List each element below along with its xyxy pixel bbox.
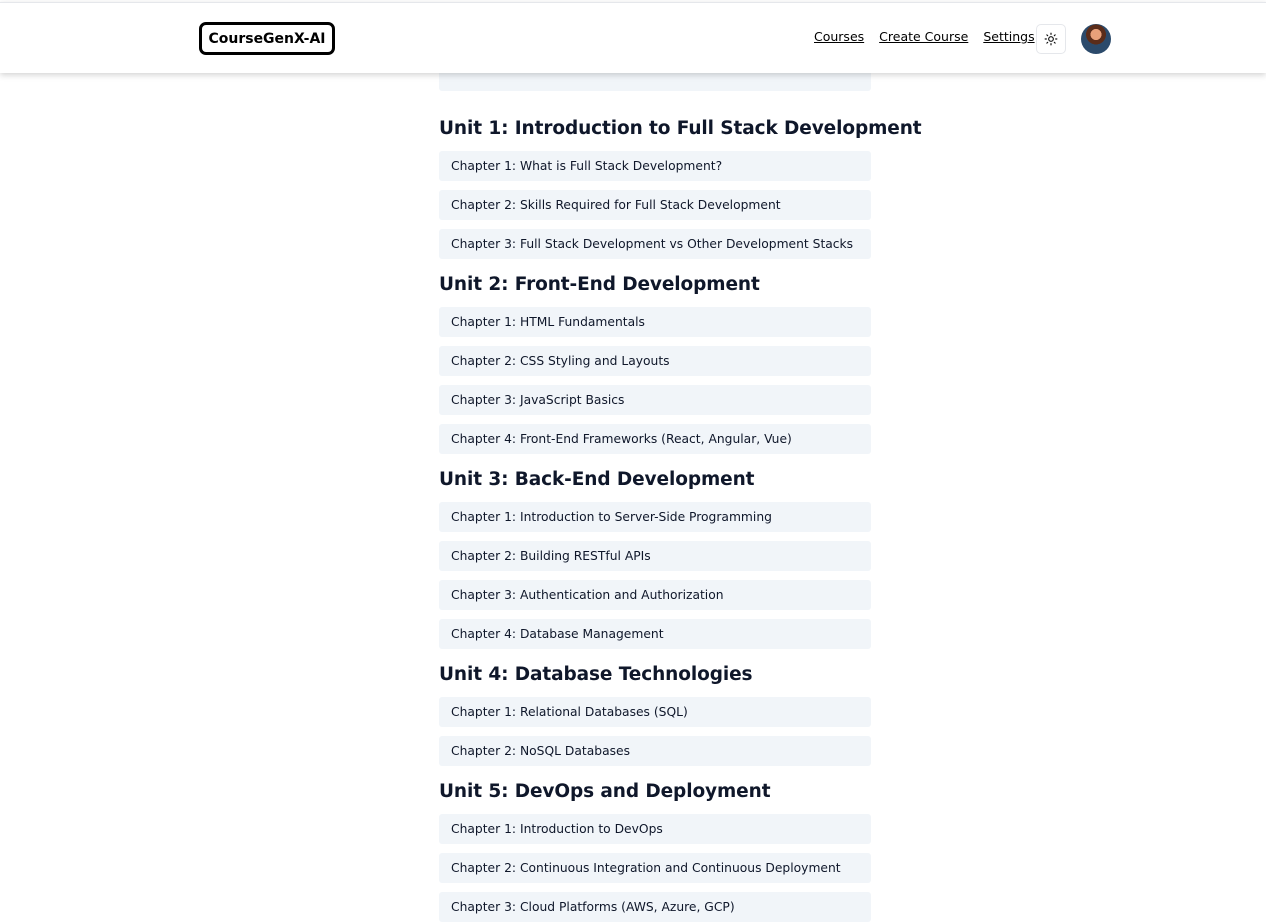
chapter-label: Chapter 2: CSS Styling and Layouts [451, 354, 670, 368]
user-avatar[interactable] [1081, 24, 1111, 54]
chapter-item[interactable]: Chapter 3: Full Stack Development vs Oth… [439, 229, 871, 259]
chapter-label: Chapter 3: JavaScript Basics [451, 393, 625, 407]
chapter-item[interactable]: Chapter 2: Building RESTful APIs [439, 541, 871, 571]
chapter-item[interactable]: Chapter 1: What is Full Stack Developmen… [439, 151, 871, 181]
chapter-label: Chapter 1: Introduction to DevOps [451, 822, 663, 836]
theme-toggle-button[interactable] [1036, 24, 1066, 54]
chapter-label: Chapter 3: Cloud Platforms (AWS, Azure, … [451, 900, 735, 914]
chapter-label: Chapter 3: Full Stack Development vs Oth… [451, 237, 854, 251]
chapter-label: Chapter 1: Relational Databases (SQL) [451, 705, 688, 719]
chapter-item[interactable]: Chapter 3: JavaScript Basics [439, 385, 871, 415]
nav-link-create-course[interactable]: Create Course [879, 29, 968, 44]
app-logo[interactable]: CourseGenX-AI [199, 22, 335, 55]
chapter-label: Chapter 4: Database Management [451, 627, 664, 641]
chapter-item[interactable]: Chapter 2: Skills Required for Full Stac… [439, 190, 871, 220]
chapter-item[interactable]: Chapter 4: Database Management [439, 619, 871, 649]
chapter-label: Chapter 2: NoSQL Databases [451, 744, 630, 758]
chapter-label: Chapter 1: Introduction to Server-Side P… [451, 510, 772, 524]
unit-title: Unit 3: Back-End Development [439, 469, 755, 490]
chapter-label: Chapter 3: Authentication and Authorizat… [451, 588, 724, 602]
chapter-label: Chapter 2: Building RESTful APIs [451, 549, 651, 563]
chapter-item[interactable]: Chapter 1: HTML Fundamentals [439, 307, 871, 337]
sun-icon [1044, 32, 1058, 46]
chapter-item[interactable]: Chapter 2: CSS Styling and Layouts [439, 346, 871, 376]
unit-title: Unit 5: DevOps and Deployment [439, 781, 771, 802]
chapter-item[interactable]: Chapter 1: Introduction to Server-Side P… [439, 502, 871, 532]
chapter-item[interactable]: Chapter 1: Introduction to DevOps [439, 814, 871, 844]
unit-title: Unit 2: Front-End Development [439, 274, 760, 295]
nav-link-courses[interactable]: Courses [814, 29, 864, 44]
chapter-item[interactable]: Chapter 2: NoSQL Databases [439, 736, 871, 766]
nav-link-settings[interactable]: Settings [983, 29, 1034, 44]
chapter-label: Chapter 4: Front-End Frameworks (React, … [451, 432, 792, 446]
chapter-label: Chapter 2: Skills Required for Full Stac… [451, 198, 781, 212]
unit-title: Unit 1: Introduction to Full Stack Devel… [439, 118, 922, 139]
unit-title: Unit 4: Database Technologies [439, 664, 753, 685]
top-navbar: CourseGenX-AI Courses Create Course Sett… [0, 2, 1266, 73]
app-logo-text: CourseGenX-AI [208, 30, 326, 47]
chapter-item[interactable]: Chapter 3: Cloud Platforms (AWS, Azure, … [439, 892, 871, 922]
chapter-label: Chapter 1: HTML Fundamentals [451, 315, 645, 329]
chapter-item[interactable]: Chapter 1: Relational Databases (SQL) [439, 697, 871, 727]
chapter-label: Chapter 1: What is Full Stack Developmen… [451, 159, 723, 173]
chapter-label: Chapter 2: Continuous Integration and Co… [451, 861, 841, 875]
nav-links: Courses Create Course Settings [814, 29, 1050, 44]
chapter-item[interactable]: Chapter 3: Authentication and Authorizat… [439, 580, 871, 610]
chapter-item[interactable]: Chapter 4: Front-End Frameworks (React, … [439, 424, 871, 454]
chapter-item[interactable]: Chapter 2: Continuous Integration and Co… [439, 853, 871, 883]
